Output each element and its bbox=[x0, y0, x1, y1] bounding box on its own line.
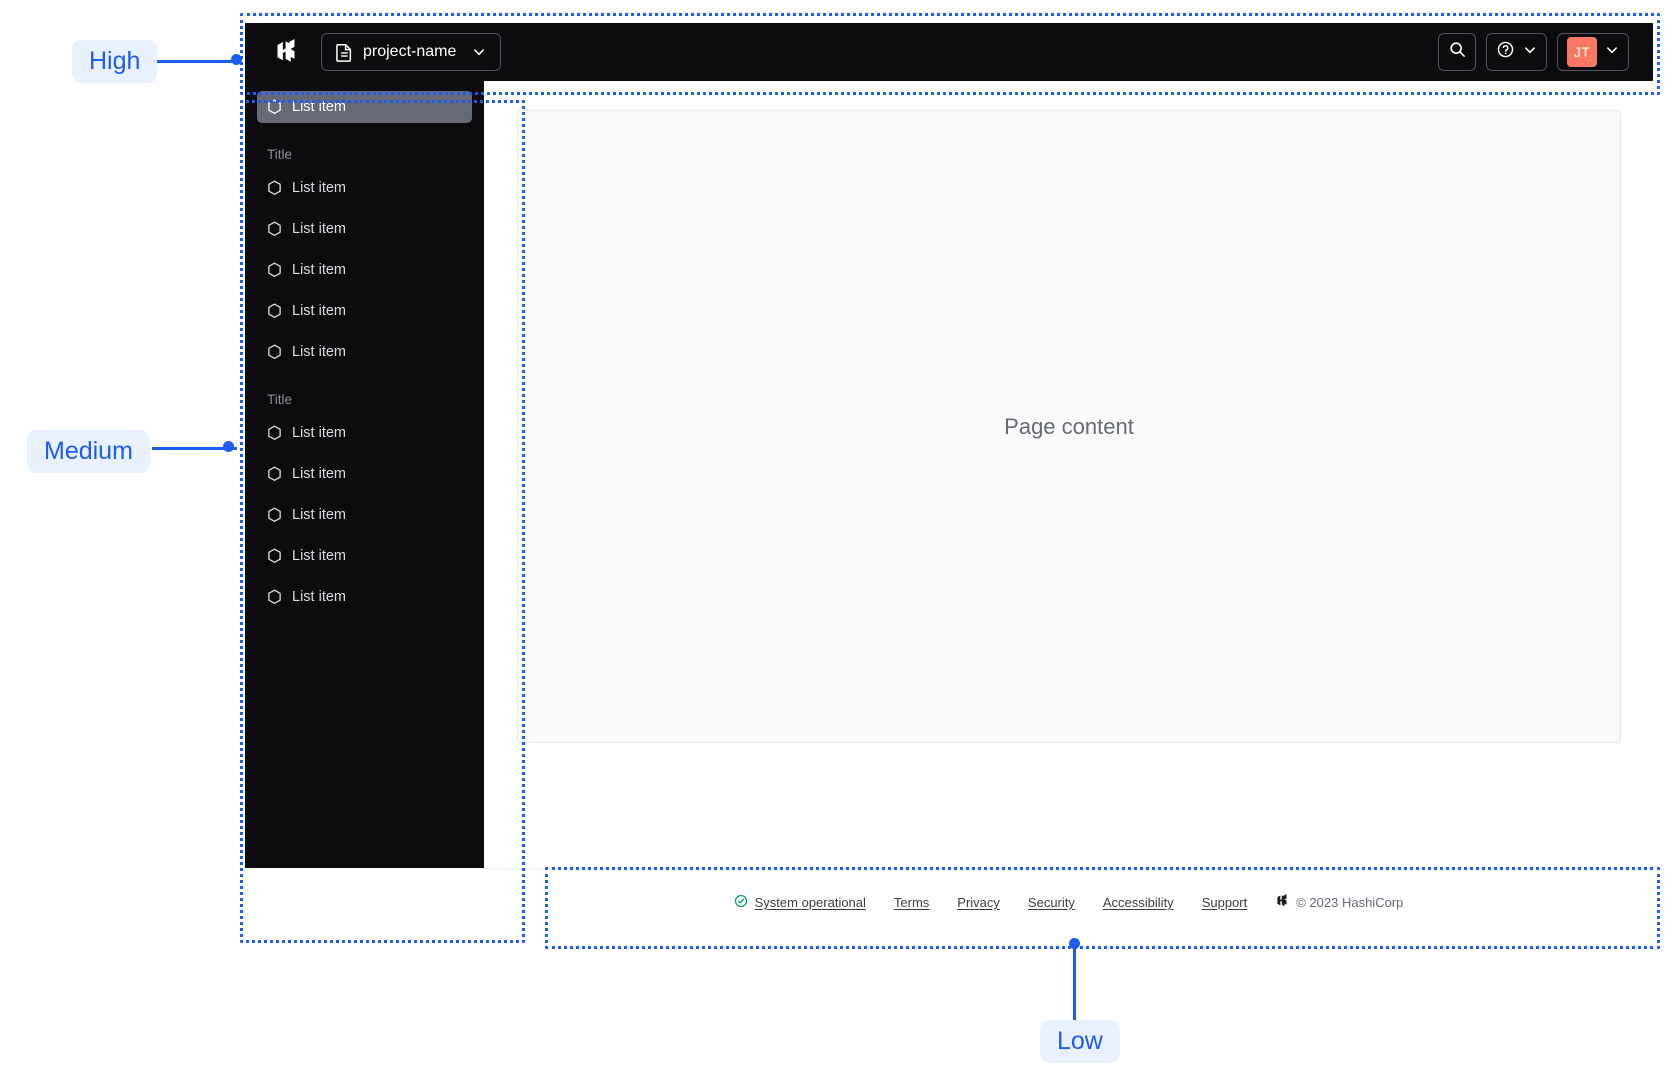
avatar: JT bbox=[1567, 37, 1597, 67]
hexagon-icon bbox=[267, 303, 282, 319]
screenshot-root: project-name bbox=[0, 0, 1672, 1078]
app-header: project-name bbox=[245, 23, 1653, 81]
help-circle-icon bbox=[1496, 40, 1515, 64]
footer-link-security[interactable]: Security bbox=[1028, 895, 1075, 910]
annotation-label-low: Low bbox=[1040, 1020, 1120, 1063]
hexagon-icon bbox=[267, 262, 282, 278]
page-content-panel: Page content bbox=[517, 110, 1621, 743]
chevron-down-icon bbox=[1605, 43, 1619, 62]
annotation-dot-low bbox=[1069, 938, 1080, 949]
header-actions: JT bbox=[1438, 33, 1637, 71]
sidebar-item[interactable]: List item bbox=[257, 254, 472, 286]
sidebar-item-label: List item bbox=[292, 303, 346, 319]
hexagon-icon bbox=[267, 589, 282, 605]
project-selector-label: project-name bbox=[363, 43, 456, 61]
annotation-leader-high bbox=[152, 60, 237, 63]
sidebar-item-label: List item bbox=[292, 507, 346, 523]
hexagon-icon bbox=[267, 466, 282, 482]
annotation-label-medium: Medium bbox=[27, 430, 150, 473]
sidebar-item-label: List item bbox=[292, 262, 346, 278]
hexagon-icon bbox=[267, 507, 282, 523]
hexagon-icon bbox=[267, 221, 282, 237]
sidebar-item[interactable]: List item bbox=[257, 581, 472, 613]
system-status-label: System operational bbox=[755, 895, 866, 910]
sidebar-item-label: List item bbox=[292, 589, 346, 605]
sidebar-item-label: List item bbox=[292, 466, 346, 482]
sidebar-item-label: List item bbox=[292, 180, 346, 196]
system-status-link[interactable]: System operational bbox=[734, 894, 866, 911]
sidebar-item-label: List item bbox=[292, 221, 346, 237]
sidebar-group-title: Title bbox=[257, 147, 472, 162]
sidebar-item[interactable]: List item bbox=[257, 172, 472, 204]
search-button[interactable] bbox=[1438, 33, 1476, 71]
sidebar-item-active[interactable]: List item bbox=[257, 91, 472, 123]
sidebar-group-2: Title List item List item bbox=[257, 392, 472, 613]
annotation-dot-high bbox=[231, 54, 242, 65]
footer-link-accessibility[interactable]: Accessibility bbox=[1103, 895, 1174, 910]
sidebar-group-title: Title bbox=[257, 392, 472, 407]
hexagon-icon bbox=[267, 344, 282, 360]
sidebar-item-label: List item bbox=[292, 425, 346, 441]
chevron-down-icon bbox=[472, 45, 486, 59]
application-window: project-name bbox=[245, 23, 1653, 936]
sidebar-item[interactable]: List item bbox=[257, 540, 472, 572]
user-menu-button[interactable]: JT bbox=[1557, 33, 1629, 71]
annotation-label-high: High bbox=[72, 40, 157, 83]
sidebar-item[interactable]: List item bbox=[257, 417, 472, 449]
footer-link-support[interactable]: Support bbox=[1202, 895, 1248, 910]
hexagon-icon bbox=[267, 180, 282, 196]
footer-link-terms[interactable]: Terms bbox=[894, 895, 929, 910]
hashicorp-logo-icon bbox=[273, 39, 299, 65]
sidebar-item[interactable]: List item bbox=[257, 336, 472, 368]
sidebar-item[interactable]: List item bbox=[257, 295, 472, 327]
app-body: List item Title List item bbox=[245, 81, 1653, 936]
footer-link-privacy[interactable]: Privacy bbox=[957, 895, 1000, 910]
search-icon bbox=[1449, 41, 1466, 63]
sidebar-item[interactable]: List item bbox=[257, 499, 472, 531]
copyright-label: © 2023 HashiCorp bbox=[1296, 895, 1403, 910]
sidebar-item-label: List item bbox=[292, 99, 346, 115]
help-menu-button[interactable] bbox=[1486, 33, 1547, 71]
page-content-placeholder: Page content bbox=[1004, 414, 1134, 440]
copyright: © 2023 HashiCorp bbox=[1275, 894, 1403, 911]
project-selector-button[interactable]: project-name bbox=[321, 33, 501, 71]
annotation-leader-low bbox=[1073, 944, 1076, 1022]
sidebar-group-1: Title List item List item bbox=[257, 147, 472, 368]
sidebar-item-label: List item bbox=[292, 344, 346, 360]
check-circle-icon bbox=[734, 894, 748, 911]
sidebar-item[interactable]: List item bbox=[257, 458, 472, 490]
document-icon bbox=[336, 43, 353, 61]
app-footer: System operational Terms Privacy Securit… bbox=[484, 868, 1653, 936]
hexagon-icon bbox=[267, 425, 282, 441]
main-content-area: Page content bbox=[484, 81, 1653, 868]
annotation-dot-medium bbox=[223, 441, 234, 452]
sidebar-item-label: List item bbox=[292, 548, 346, 564]
hashicorp-logo-icon bbox=[1275, 894, 1289, 911]
sidebar-item[interactable]: List item bbox=[257, 213, 472, 245]
chevron-down-icon bbox=[1523, 43, 1537, 62]
hexagon-icon bbox=[267, 548, 282, 564]
hexagon-icon bbox=[267, 99, 282, 115]
sidebar: List item Title List item bbox=[245, 81, 484, 868]
